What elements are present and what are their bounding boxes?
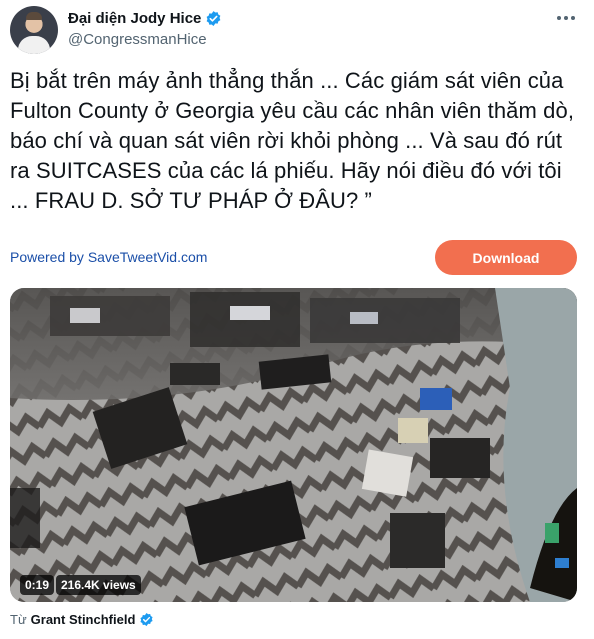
tweet-header: Đại diện Jody Hice @CongressmanHice bbox=[10, 6, 584, 56]
download-button[interactable]: Download bbox=[435, 240, 577, 275]
avatar-hair bbox=[26, 12, 42, 20]
author-handle[interactable]: @CongressmanHice bbox=[68, 31, 207, 48]
source-prefix: Từ bbox=[10, 612, 27, 627]
powered-by-link[interactable]: Powered by SaveTweetVid.com bbox=[10, 249, 207, 265]
tweet-text: Bị bắt trên máy ảnh thẳng thắn ... Các g… bbox=[10, 68, 575, 213]
avatar-shirt bbox=[18, 36, 50, 54]
verified-badge-icon bbox=[207, 11, 221, 26]
author-avatar[interactable] bbox=[10, 6, 58, 54]
video-player[interactable]: 0:19 216.4K views bbox=[10, 288, 577, 602]
video-duration-badge: 0:19 bbox=[20, 575, 55, 595]
video-source: Từ Grant Stinchfield bbox=[10, 612, 154, 627]
video-frame bbox=[10, 288, 577, 602]
video-views-badge: 216.4K views bbox=[56, 575, 141, 595]
author-display-name[interactable]: Đại diện Jody Hice bbox=[68, 10, 201, 27]
more-options-icon[interactable] bbox=[554, 8, 578, 28]
source-author-link[interactable]: Grant Stinchfield bbox=[31, 612, 136, 627]
author-name-row[interactable]: Đại diện Jody Hice bbox=[68, 10, 222, 27]
verified-badge-icon bbox=[140, 612, 153, 627]
